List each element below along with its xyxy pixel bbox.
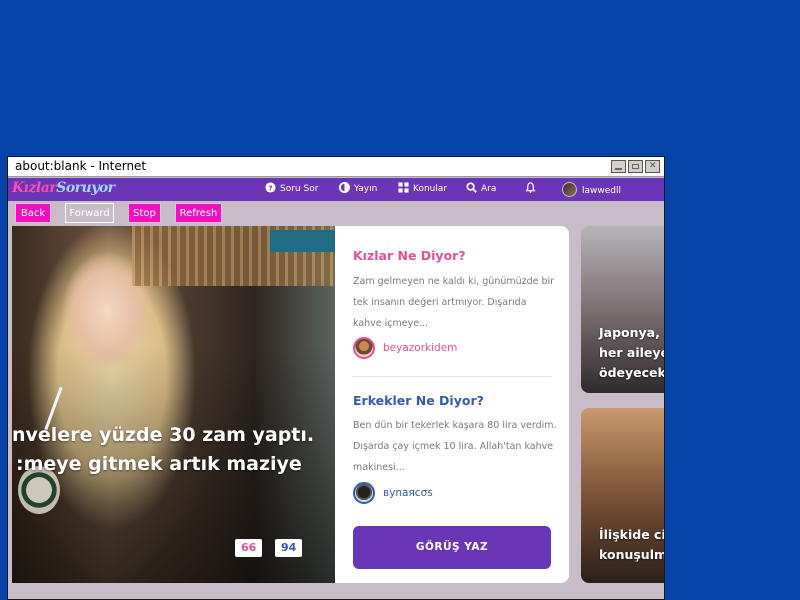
hero-article[interactable]: nvelere yüzde 30 zam yaptı. :meye gitmek… xyxy=(12,226,335,583)
opinion-divider xyxy=(353,376,551,377)
nav-soru-sor[interactable]: ? Soru Sor xyxy=(265,182,318,197)
page-content: nvelere yüzde 30 zam yaptı. :meye gitmek… xyxy=(8,226,664,583)
nav-yayin-label: Yayın xyxy=(354,184,378,194)
forward-button[interactable]: Forward xyxy=(65,203,114,223)
nav-notifications[interactable] xyxy=(525,182,540,197)
bell-icon xyxy=(525,182,536,193)
side-article-1-line-2: her aileye xyxy=(599,345,664,360)
nav-ara-label: Ara xyxy=(481,184,497,194)
side-article-2-line-1: İlişkide ci xyxy=(599,527,664,542)
close-icon: ✕ xyxy=(649,161,657,171)
browser-toolbar: Back Forward Stop Refresh xyxy=(8,201,664,226)
hero-headline-line-2: :meye gitmek artık maziye xyxy=(16,453,302,475)
logo-part-kizlar: Kızlar xyxy=(12,180,57,196)
minimize-icon xyxy=(615,168,622,170)
site-navbar: KızlarSoruyor ? Soru Sor Yayın Konular Ar… xyxy=(8,178,664,201)
hero-headline[interactable]: nvelere yüzde 30 zam yaptı. :meye gitmek… xyxy=(12,421,335,479)
stop-button[interactable]: Stop xyxy=(128,203,161,223)
girls-author-name: beyazorkidem xyxy=(383,342,458,354)
side-article-1-line-1: Japonya, xyxy=(599,325,660,340)
user-avatar xyxy=(562,182,577,197)
girls-count-badge: 66 xyxy=(235,539,263,557)
window-title: about:blank - Internet xyxy=(15,159,147,173)
broadcast-icon xyxy=(339,182,350,193)
girls-opinion-title: Kızlar Ne Diyor? xyxy=(353,248,466,263)
search-icon xyxy=(466,182,477,193)
boys-author-name: вуnаяcσѕ xyxy=(383,487,433,499)
question-icon: ? xyxy=(265,182,276,193)
nav-ara[interactable]: Ara xyxy=(466,182,496,197)
logo-part-soruyor: Soruyor xyxy=(56,180,115,196)
side-article-2[interactable]: İlişkide ci konuşulm xyxy=(581,408,664,583)
nav-yayin[interactable]: Yayın xyxy=(339,182,377,197)
title-bar[interactable]: about:blank - Internet ✕ xyxy=(8,157,664,177)
write-opinion-button[interactable]: GÖRÜŞ YAZ xyxy=(353,526,551,569)
boys-opinion-title: Erkekler Ne Diyor? xyxy=(353,393,484,408)
nav-soru-sor-label: Soru Sor xyxy=(280,184,319,194)
girls-author-avatar xyxy=(353,337,375,359)
side-article-1-title: Japonya, her aileye ödeyecek xyxy=(599,323,664,383)
opinions-card: Kızlar Ne Diyor? Zam gelmeyen ne kaldı k… xyxy=(335,226,569,583)
side-article-1-line-3: ödeyecek xyxy=(599,365,664,380)
side-article-2-line-2: konuşulm xyxy=(599,547,664,562)
maximize-icon xyxy=(632,164,639,169)
grid-icon xyxy=(398,182,409,193)
close-button[interactable]: ✕ xyxy=(645,160,660,173)
boys-author-avatar xyxy=(353,482,375,504)
boys-opinion-text[interactable]: Ben dün bir tekerlek kaşara 80 lira verd… xyxy=(353,415,558,478)
maximize-button[interactable] xyxy=(628,160,643,173)
hero-headline-line-1: nvelere yüzde 30 zam yaptı. xyxy=(12,424,315,446)
nav-konular-label: Konular xyxy=(413,184,448,194)
boys-opinion-author[interactable]: вуnаяcσѕ xyxy=(353,482,433,504)
back-button[interactable]: Back xyxy=(15,203,51,223)
svg-text:?: ? xyxy=(268,183,272,192)
nav-username: lawwedll xyxy=(582,186,621,196)
nav-user-profile[interactable]: lawwedll xyxy=(562,182,621,197)
side-article-2-title: İlişkide ci konuşulm xyxy=(599,525,664,565)
nav-konular[interactable]: Konular xyxy=(398,182,447,197)
girls-opinion-text[interactable]: Zam gelmeyen ne kaldı ki, günümüzde bir … xyxy=(353,271,558,334)
refresh-button[interactable]: Refresh xyxy=(175,203,222,223)
hero-image-screen xyxy=(270,230,335,252)
girls-opinion-author[interactable]: beyazorkidem xyxy=(353,337,457,359)
boys-count-badge: 94 xyxy=(275,539,303,557)
browser-window: about:blank - Internet ✕ KızlarSoruyor ?… xyxy=(7,156,665,600)
minimize-button[interactable] xyxy=(611,160,626,173)
side-article-1[interactable]: Japonya, her aileye ödeyecek xyxy=(581,226,664,393)
site-logo[interactable]: KızlarSoruyor xyxy=(12,180,115,196)
